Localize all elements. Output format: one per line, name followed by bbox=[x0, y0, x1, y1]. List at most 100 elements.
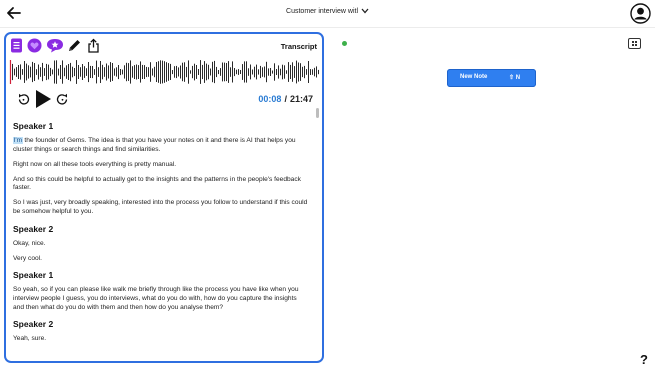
transcript-paragraph[interactable]: Right now on all these tools everything … bbox=[13, 161, 308, 170]
waveform-bar bbox=[312, 69, 313, 75]
waveform-bar bbox=[190, 70, 191, 74]
heart-icon[interactable] bbox=[27, 38, 42, 53]
waveform-bar bbox=[280, 68, 281, 76]
waveform-bar bbox=[244, 61, 245, 83]
grid-cell bbox=[635, 44, 637, 46]
waveform-bar bbox=[92, 66, 93, 79]
chevron-down-icon[interactable] bbox=[361, 8, 369, 14]
waveform-bar bbox=[50, 67, 51, 77]
highlighted-word[interactable]: I'm bbox=[13, 137, 23, 144]
waveform-bar bbox=[38, 64, 39, 80]
waveform-bar bbox=[184, 62, 185, 82]
grid-view-icon[interactable] bbox=[628, 38, 641, 49]
waveform-bar bbox=[308, 61, 309, 83]
help-button[interactable]: ? bbox=[640, 352, 648, 367]
document-title-dropdown[interactable]: Customer interview witl bbox=[0, 8, 655, 15]
waveform-bar bbox=[114, 68, 115, 76]
waveform-bar bbox=[216, 66, 217, 78]
play-icon[interactable] bbox=[34, 89, 52, 109]
time-separator: / bbox=[284, 94, 287, 104]
waveform-bar bbox=[168, 63, 169, 81]
waveform-bar bbox=[54, 60, 55, 84]
waveform-bar bbox=[258, 69, 259, 75]
waveform-bar bbox=[282, 64, 283, 80]
transcript-content[interactable]: Speaker 1 I'm the founder of Gems. The i… bbox=[6, 114, 314, 361]
transcript-scrollbar[interactable] bbox=[315, 108, 320, 361]
waveform-bar bbox=[80, 67, 81, 77]
waveform-bar bbox=[178, 67, 179, 77]
waveform-bar bbox=[128, 63, 129, 81]
waveform-bar bbox=[248, 68, 249, 76]
user-circle-icon[interactable] bbox=[630, 3, 651, 24]
waveform-bar bbox=[116, 67, 117, 77]
pen-icon[interactable] bbox=[67, 38, 82, 53]
waveform-bar bbox=[40, 67, 41, 77]
waveform-bar bbox=[148, 67, 149, 77]
transcript-tab-label[interactable]: Transcript bbox=[281, 42, 317, 51]
paragraph-text: the founder of Gems. The idea is that yo… bbox=[13, 137, 296, 153]
waveform-bar bbox=[150, 62, 151, 82]
waveform-bar bbox=[94, 69, 95, 75]
waveform-bar bbox=[96, 60, 97, 84]
star-badge-icon[interactable] bbox=[46, 38, 64, 53]
waveform-bar bbox=[52, 69, 53, 75]
share-icon[interactable] bbox=[86, 38, 101, 53]
waveform-bar bbox=[84, 66, 85, 78]
transcript-paragraph[interactable]: Okay, nice. bbox=[13, 240, 308, 249]
playhead[interactable] bbox=[9, 60, 12, 84]
waveform-bar bbox=[296, 60, 297, 84]
audio-waveform[interactable] bbox=[8, 58, 322, 86]
total-time: 21:47 bbox=[289, 94, 313, 104]
new-note-button[interactable]: New Note ⇧ N bbox=[447, 69, 536, 87]
transcript-paragraph[interactable]: I'm the founder of Gems. The idea is tha… bbox=[13, 137, 308, 154]
waveform-bar bbox=[162, 60, 163, 84]
waveform-bar bbox=[48, 64, 49, 80]
waveform-bar bbox=[176, 65, 177, 79]
waveform-bar bbox=[252, 69, 253, 75]
waveform-bar bbox=[120, 69, 121, 76]
waveform-bar bbox=[220, 68, 221, 76]
waveform-bar bbox=[66, 65, 67, 79]
waveform-bar bbox=[292, 62, 293, 82]
waveform-bar bbox=[62, 60, 63, 84]
new-note-shortcut: ⇧ N bbox=[509, 75, 521, 81]
waveform-bar bbox=[110, 62, 111, 82]
waveform-bar bbox=[218, 70, 219, 75]
waveform-bar bbox=[24, 61, 25, 83]
waveform-bar bbox=[294, 66, 295, 78]
waveform-bar bbox=[106, 63, 107, 81]
waveform-bar bbox=[206, 63, 207, 81]
audio-player: 00:08/21:47 bbox=[6, 86, 322, 112]
scrollbar-thumb[interactable] bbox=[316, 108, 319, 118]
waveform-bar bbox=[146, 66, 147, 78]
waveform-bar bbox=[36, 69, 37, 75]
waveform-bar bbox=[270, 68, 271, 76]
waveform-bar bbox=[232, 61, 233, 83]
waveform-bar bbox=[242, 64, 243, 80]
transcript-paragraph[interactable]: Yeah, sure. bbox=[13, 335, 308, 344]
waveform-bar bbox=[240, 70, 241, 74]
document-title[interactable]: Customer interview witl bbox=[286, 8, 358, 15]
rewind-icon[interactable] bbox=[17, 93, 30, 106]
waveform-bar bbox=[186, 66, 187, 78]
waveform-bar bbox=[188, 60, 189, 84]
waveform-bar bbox=[90, 65, 91, 78]
waveform-bar bbox=[82, 64, 83, 80]
waveform-bar bbox=[32, 61, 33, 83]
waveform-bar bbox=[142, 64, 143, 79]
transcript-paragraph[interactable]: So I was just, very broadly speaking, in… bbox=[13, 199, 308, 216]
waveform-bar bbox=[286, 70, 287, 74]
waveform-bar bbox=[16, 67, 17, 77]
transcript-paragraph[interactable]: And so this could be helpful to actually… bbox=[13, 176, 308, 193]
waveform-bar bbox=[274, 63, 275, 81]
notes-icon[interactable] bbox=[10, 38, 25, 53]
waveform-bar bbox=[314, 67, 315, 77]
forward-icon[interactable] bbox=[56, 93, 69, 106]
waveform-bar bbox=[202, 64, 203, 80]
transcript-paragraph[interactable]: So yeah, so if you can please like walk … bbox=[13, 286, 308, 312]
transcript-paragraph[interactable]: Very cool. bbox=[13, 255, 308, 264]
waveform-bar bbox=[222, 62, 223, 82]
grid-cell bbox=[632, 44, 634, 46]
new-note-label: New Note bbox=[460, 74, 488, 80]
waveform-bar bbox=[196, 65, 197, 79]
